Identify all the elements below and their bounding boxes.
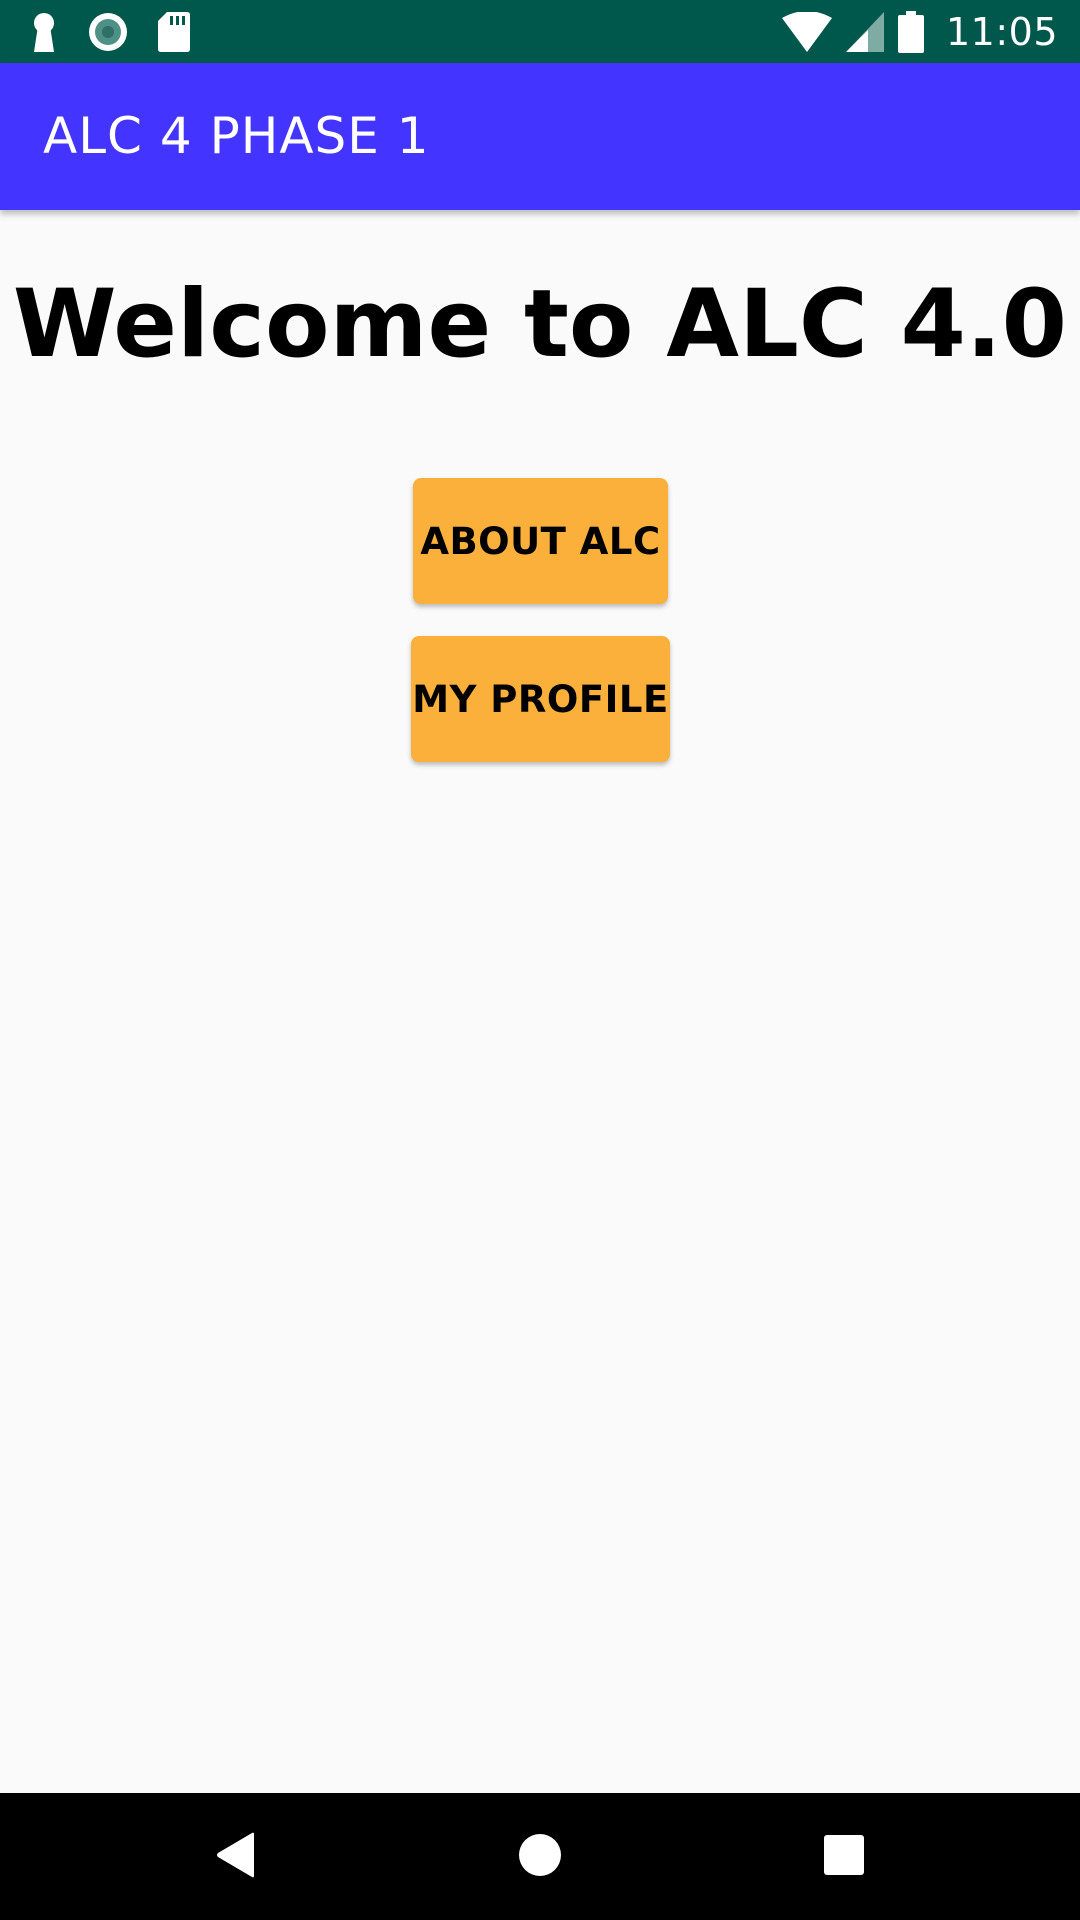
recents-button[interactable]: [784, 1793, 904, 1920]
cell-signal-icon: [845, 11, 884, 52]
welcome-heading: Welcome to ALC 4.0: [12, 270, 1068, 379]
navigation-bar: [0, 1793, 1080, 1920]
app-title: ALC 4 PHASE 1: [43, 107, 430, 165]
back-icon: [216, 1832, 256, 1882]
recents-icon: [824, 1834, 864, 1879]
home-icon: [518, 1833, 562, 1881]
home-button[interactable]: [480, 1793, 600, 1920]
status-bar: 11:05: [0, 0, 1080, 63]
app-bar: ALC 4 PHASE 1: [0, 63, 1080, 210]
sd-card-icon: [158, 11, 190, 52]
main-content: Welcome to ALC 4.0 ABOUT ALC MY PROFILE: [0, 210, 1080, 1793]
keyhole-icon: [30, 12, 58, 52]
status-time: 11:05: [945, 9, 1058, 54]
about-alc-button[interactable]: ABOUT ALC: [413, 478, 668, 604]
my-profile-button[interactable]: MY PROFILE: [411, 636, 670, 762]
status-bar-right-icons: 11:05: [781, 0, 1058, 63]
record-icon: [88, 12, 128, 52]
status-bar-left-icons: [30, 0, 190, 63]
battery-icon: [897, 10, 924, 53]
back-button[interactable]: [176, 1793, 296, 1920]
wifi-icon: [781, 11, 832, 52]
